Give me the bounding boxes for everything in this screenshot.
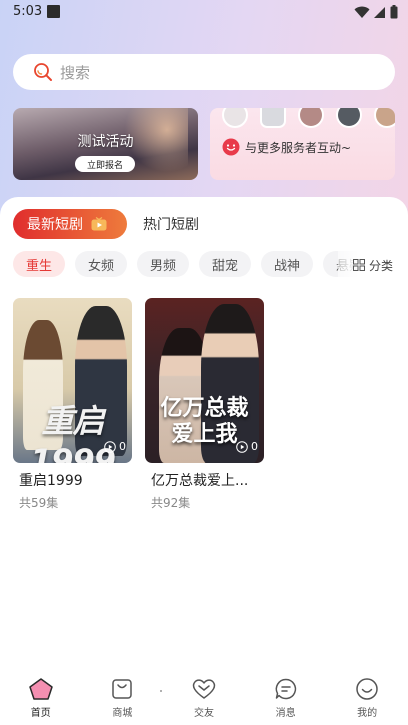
nav-label: 首页 bbox=[30, 708, 51, 719]
status-bar: 5:03 bbox=[0, 0, 408, 24]
drama-tabs: 最新短剧 热门短剧 bbox=[13, 209, 199, 239]
episode-count: 共59集 bbox=[19, 496, 59, 510]
nav-label: 我的 bbox=[357, 708, 378, 719]
event-banner-title: 测试活动 bbox=[77, 134, 134, 150]
avatar-list bbox=[222, 108, 395, 128]
nav-dating[interactable]: 交友 bbox=[163, 665, 245, 725]
episode-count: 共92集 bbox=[151, 496, 191, 510]
nav-messages[interactable]: 消息 bbox=[245, 665, 327, 725]
nav-label: 消息 bbox=[275, 708, 296, 719]
drama-poster[interactable]: 重启1999 0 bbox=[13, 298, 132, 463]
play-count: 0 bbox=[104, 440, 126, 453]
notification-icon bbox=[47, 5, 60, 18]
chip-female[interactable]: 女频 bbox=[75, 251, 127, 277]
tab-hot-dramas[interactable]: 热门短剧 bbox=[143, 214, 199, 234]
play-icon bbox=[104, 440, 116, 453]
play-icon bbox=[236, 440, 248, 453]
bottom-nav: 首页 商城 交友 消息 我的 bbox=[0, 665, 408, 725]
event-banner[interactable]: 测试活动 立即报名 bbox=[13, 108, 198, 180]
status-icons bbox=[354, 5, 398, 19]
status-time: 5:03 bbox=[13, 4, 43, 19]
avatar bbox=[298, 108, 324, 128]
wifi-icon bbox=[354, 6, 370, 18]
chat-bubble-icon bbox=[222, 138, 240, 156]
grid-icon bbox=[352, 259, 365, 271]
profile-smile-icon bbox=[356, 678, 378, 700]
search-bar[interactable]: 搜索 bbox=[13, 54, 395, 90]
interaction-row: 与更多服务者互动~ bbox=[222, 138, 351, 156]
avatar bbox=[222, 108, 248, 128]
play-count-value: 0 bbox=[251, 440, 258, 453]
tab-label: 最新短剧 bbox=[27, 217, 83, 233]
drama-title: 重启1999 bbox=[19, 473, 83, 489]
search-icon bbox=[33, 62, 53, 82]
drama-title: 亿万总裁爱上... bbox=[151, 473, 249, 489]
search-placeholder: 搜索 bbox=[60, 63, 91, 82]
content-panel: 最新短剧 热门短剧 重生 女频 男频 甜宠 战神 悬疑 分类 bbox=[0, 197, 408, 725]
nav-profile[interactable]: 我的 bbox=[326, 665, 408, 725]
home-icon bbox=[29, 678, 53, 700]
signal-icon bbox=[374, 6, 385, 18]
nav-label: 交友 bbox=[193, 708, 214, 719]
divider-dot bbox=[160, 690, 162, 692]
interaction-banner[interactable]: 与更多服务者互动~ bbox=[210, 108, 395, 180]
avatar bbox=[374, 108, 395, 128]
nav-shop[interactable]: 商城 bbox=[82, 665, 164, 725]
nav-label: 商城 bbox=[112, 708, 133, 719]
avatar bbox=[260, 108, 286, 128]
message-icon bbox=[275, 678, 296, 700]
drama-card[interactable]: 重启1999 0 重启1999 共59集 bbox=[13, 298, 132, 511]
heart-icon bbox=[192, 679, 216, 699]
nav-home[interactable]: 首页 bbox=[0, 665, 82, 725]
chip-sweet[interactable]: 甜宠 bbox=[199, 251, 251, 277]
battery-icon bbox=[390, 5, 398, 19]
category-label: 分类 bbox=[368, 258, 393, 273]
play-count-value: 0 bbox=[119, 440, 126, 453]
genre-chips: 重生 女频 男频 甜宠 战神 悬疑 分类 bbox=[13, 251, 408, 279]
category-button[interactable]: 分类 bbox=[338, 251, 408, 279]
tab-latest-dramas[interactable]: 最新短剧 bbox=[13, 209, 127, 239]
drama-card[interactable]: 亿万总裁 爱上我 0 亿万总裁爱上... 共92集 bbox=[145, 298, 264, 511]
chip-male[interactable]: 男频 bbox=[137, 251, 189, 277]
shop-bag-icon bbox=[112, 679, 133, 699]
play-count: 0 bbox=[236, 440, 258, 453]
avatar bbox=[336, 108, 362, 128]
interaction-text: 与更多服务者互动~ bbox=[245, 140, 352, 155]
tv-icon bbox=[91, 217, 107, 231]
drama-poster[interactable]: 亿万总裁 爱上我 0 bbox=[145, 298, 264, 463]
signup-button[interactable]: 立即报名 bbox=[75, 156, 135, 172]
chip-war-god[interactable]: 战神 bbox=[261, 251, 313, 277]
chip-rebirth[interactable]: 重生 bbox=[13, 251, 65, 277]
